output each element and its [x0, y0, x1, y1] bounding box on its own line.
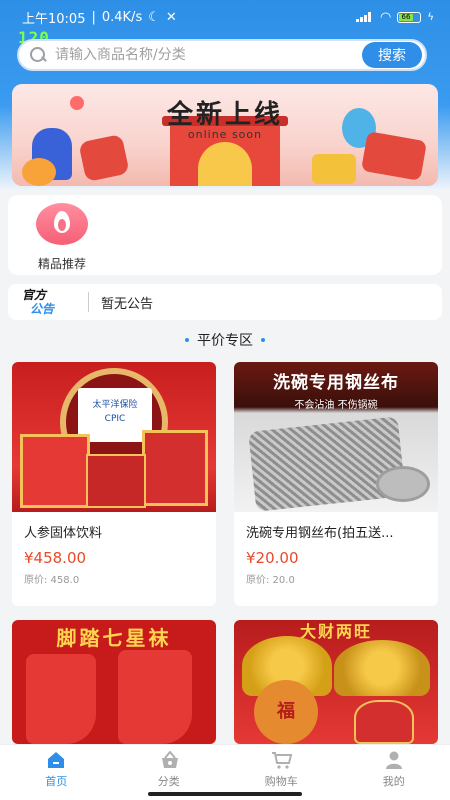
wheat-bouquet — [334, 640, 430, 696]
moon-icon: ☾ — [148, 9, 160, 25]
product-original-price: 原价: 20.0 — [246, 575, 295, 586]
product-card[interactable]: 洗碗专用钢丝布 不会沾油 不伤锅碗 洗碗专用钢丝布(拍五送... ¥20.00 … — [234, 362, 438, 606]
product-card[interactable]: 大财两旺 福 — [234, 620, 438, 744]
product-card[interactable]: 脚踏七星袜 — [12, 620, 216, 744]
gift-box — [20, 434, 90, 508]
mute-icon: ✕ — [165, 9, 177, 25]
tab-label: 分类 — [157, 775, 180, 788]
banner-figure-right3 — [312, 154, 356, 184]
category-card: 精品推荐 — [8, 195, 442, 275]
image-headline: 洗碗专用钢丝布 — [273, 373, 399, 393]
search-bar: 搜索 — [17, 39, 427, 71]
announcement-logo-bottom: 公告 — [30, 302, 55, 316]
tab-label: 购物车 — [264, 775, 298, 788]
tab-label: 首页 — [45, 775, 68, 788]
product-image: 脚踏七星袜 — [12, 620, 216, 744]
red-vase — [354, 700, 414, 744]
announcement-logo: 官方 公告 — [22, 288, 78, 316]
product-name: 人参固体饮料 — [24, 526, 103, 541]
battery-icon: 66 — [397, 11, 422, 23]
image-subline: 不会沾油 不伤锅碗 — [294, 400, 378, 411]
product-card[interactable]: 太平洋保险 CPIC 人参固体饮料 ¥458.00 原价: 458.0 — [12, 362, 216, 606]
product-name: 洗碗专用钢丝布(拍五送... — [246, 526, 394, 541]
section-header: 平价专区 — [0, 330, 450, 350]
search-icon — [29, 46, 47, 64]
tab-home[interactable]: 首页 — [0, 745, 113, 800]
banner-figure-left3 — [22, 158, 56, 186]
dot-icon — [261, 338, 265, 342]
divider — [88, 292, 89, 312]
category-item-featured[interactable]: 精品推荐 — [30, 203, 94, 272]
charging-icon: ϟ — [427, 11, 434, 23]
section-title: 平价专区 — [197, 333, 253, 349]
announcement-bar[interactable]: 官方 公告 暂无公告 — [8, 284, 442, 320]
status-time: 上午10:05 — [22, 11, 86, 27]
search-input[interactable] — [55, 47, 362, 63]
product-image: 大财两旺 福 — [234, 620, 438, 744]
banner-subtitle: online soon — [187, 128, 263, 141]
wifi-icon: ◠ — [380, 9, 392, 25]
product-image: 洗碗专用钢丝布 不会沾油 不伤锅碗 — [234, 362, 438, 512]
category-basket-icon — [159, 750, 179, 769]
flame-icon — [36, 203, 88, 245]
steel-cloth-zoom — [376, 466, 430, 502]
banner-figure-left2 — [78, 133, 130, 183]
fortune-vase: 福 — [254, 680, 318, 744]
sock — [26, 654, 96, 744]
category-label: 精品推荐 — [37, 257, 86, 271]
cart-icon — [271, 751, 293, 769]
product-original-price: 原价: 458.0 — [24, 575, 80, 586]
promo-banner[interactable]: 全新上线 online soon — [12, 84, 438, 186]
sock — [118, 650, 192, 744]
banner-title: 全新上线 — [166, 100, 283, 130]
status-bar: 上午10:05 | 0.4K/s ☾ ✕ ◠ 66 ϟ — [0, 0, 450, 34]
home-indicator — [148, 792, 302, 796]
gift-box — [86, 454, 146, 508]
steel-cloth — [248, 416, 406, 512]
home-icon — [46, 751, 66, 769]
gift-box — [142, 430, 208, 506]
announcement-logo-top: 官方 — [22, 288, 47, 302]
product-price: ¥20.00 — [246, 549, 299, 567]
search-button[interactable]: 搜索 — [362, 42, 422, 68]
tab-label: 我的 — [382, 775, 405, 788]
dot-icon — [185, 338, 189, 342]
status-speed: 0.4K/s — [101, 9, 143, 25]
signal-icon — [356, 12, 374, 22]
image-headline: 脚踏七星袜 — [56, 626, 172, 650]
user-icon — [384, 751, 404, 769]
tab-profile[interactable]: 我的 — [338, 745, 450, 800]
product-price: ¥458.00 — [24, 549, 87, 567]
status-separator: | — [91, 9, 96, 25]
product-image: 太平洋保险 CPIC — [12, 362, 216, 512]
announcement-text: 暂无公告 — [101, 296, 154, 312]
